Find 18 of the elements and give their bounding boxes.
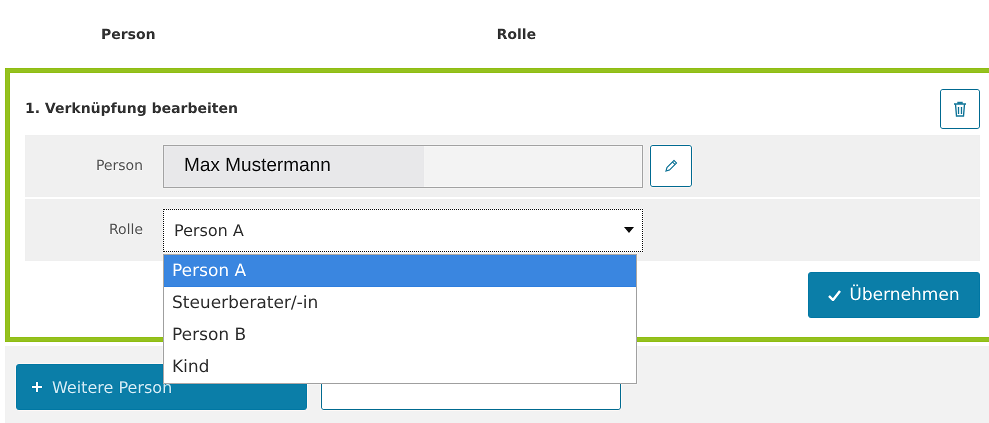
editor-title: 1. Verknüpfung bearbeiten [25, 100, 238, 116]
apply-button[interactable]: Übernehmen [808, 272, 980, 318]
edit-button[interactable] [650, 145, 692, 187]
role-select[interactable]: Person A [163, 208, 643, 252]
dropdown-option[interactable]: Steuerberater/-in [164, 286, 636, 318]
person-field[interactable]: Max Mustermann [163, 144, 643, 188]
column-header: Person [101, 27, 156, 43]
trash-icon [953, 100, 967, 116]
check-icon [828, 290, 842, 300]
pencil-icon [664, 159, 678, 173]
dropdown-option[interactable]: Person B [164, 318, 636, 350]
plus-icon [32, 382, 42, 392]
column-header: Rolle [496, 27, 536, 43]
field-label: Person [94, 158, 144, 174]
dropdown-option[interactable]: Person A [164, 254, 636, 286]
field-label: Rolle [108, 222, 144, 238]
delete-button[interactable] [940, 88, 980, 128]
caret-icon [624, 227, 634, 233]
